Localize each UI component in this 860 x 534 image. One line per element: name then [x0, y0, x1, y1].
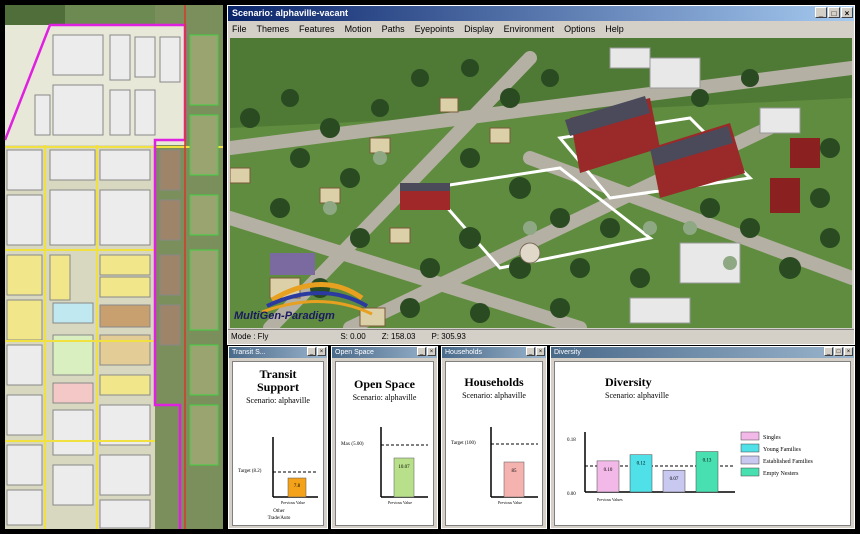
openspace-window-title: Open Space [335, 349, 374, 356]
menu-paths[interactable]: Paths [382, 21, 405, 37]
transit-window-title: Transit S... [232, 349, 266, 356]
diversity-panel: Diversity Scenario: alphaville 0.18 0.00… [554, 361, 851, 526]
households-panel: Households Scenario: alphaville 85 Targe… [445, 361, 543, 526]
3d-viewport[interactable]: MultiGen-Paradigm [230, 38, 852, 328]
diversity-chart: 0.18 0.00 Previous Values 0.10 0.12 0.07 0.… [567, 431, 813, 502]
openspace-chart: 10.07 Max (5.00) Previous Value [341, 427, 428, 505]
maximize-button[interactable]: □ [828, 7, 840, 18]
diversity-bar [596, 460, 620, 493]
households-chart: 85 Target (100) Previous Value [451, 427, 538, 505]
screenshot-root: Scenario: alphaville-vacant _ □ × File T… [0, 0, 860, 534]
transit-support-window[interactable]: Transit S... _ × Transit Support Scenari… [228, 346, 328, 529]
openspace-target-label: Max (5.00) [341, 442, 364, 447]
menu-file[interactable]: File [232, 21, 247, 37]
menu-environment[interactable]: Environment [504, 21, 555, 37]
diversity-legend-label: Established Families [763, 459, 813, 465]
openspace-bar [393, 457, 415, 498]
status-z: Z: 158.03 [381, 332, 416, 341]
households-window-title: Households [445, 349, 482, 356]
menu-themes[interactable]: Themes [257, 21, 290, 37]
transit-close-button[interactable]: × [317, 347, 326, 356]
menu-help[interactable]: Help [605, 21, 624, 37]
diversity-bar-label: 0.10 [604, 468, 613, 473]
open-space-window[interactable]: Open Space _ × Open Space Scenario: alph… [331, 346, 438, 529]
diversity-maximize-button[interactable]: □ [834, 347, 843, 356]
households-close-button[interactable]: × [536, 347, 545, 356]
households-bar [503, 461, 525, 498]
status-bar: Mode : Fly S: 0.00 Z: 158.03 P: 305.93 [228, 329, 854, 344]
households-window[interactable]: Households _ × Households Scenario: alph… [441, 346, 547, 529]
diversity-previous-label: Previous Values [597, 497, 623, 502]
diversity-close-button[interactable]: × [844, 347, 853, 356]
status-s: S: 0.00 [340, 332, 366, 341]
diversity-bar-label: 0.07 [670, 477, 679, 482]
households-previous-label: Previous Value [498, 500, 522, 505]
households-window-titlebar[interactable]: Households _ × [442, 347, 546, 358]
logo-text: MultiGen-Paradigm [234, 310, 335, 322]
menu-display[interactable]: Display [464, 21, 494, 37]
diversity-bar-label: 0.12 [637, 462, 646, 467]
diversity-legend-label: Singles [763, 435, 781, 441]
openspace-window-titlebar[interactable]: Open Space _ × [332, 347, 437, 358]
minimize-button[interactable]: _ [815, 7, 827, 18]
transit-panel: Transit Support Scenario: alphaville 7.8… [232, 361, 324, 526]
diversity-legend-swatch [740, 467, 760, 477]
diversity-bar [629, 454, 653, 493]
diversity-legend-swatch [740, 431, 760, 441]
diversity-legend-swatch [740, 455, 760, 465]
transit-footer-line1: Other [273, 509, 285, 514]
scenario-window-titlebar[interactable]: Scenario: alphaville-vacant _ □ × [228, 6, 854, 21]
menu-eyepoints[interactable]: Eyepoints [415, 21, 455, 37]
openspace-panel: Open Space Scenario: alphaville 10.07 Ma… [335, 361, 434, 526]
openspace-close-button[interactable]: × [427, 347, 436, 356]
transit-target-label: Target (8.2) [238, 469, 262, 474]
status-mode: Mode : Fly [231, 332, 269, 341]
diversity-axis-bottom: 0.00 [567, 492, 576, 497]
status-p: P: 305.93 [431, 332, 466, 341]
openspace-bar-label: 10.07 [398, 465, 410, 470]
households-target-label: Target (100) [451, 441, 476, 446]
transit-bar-label: 7.8 [294, 484, 301, 489]
scenario-window[interactable]: Scenario: alphaville-vacant _ □ × File T… [227, 5, 855, 345]
openspace-previous-label: Previous Value [388, 500, 412, 505]
households-minimize-button[interactable]: _ [526, 347, 535, 356]
menu-motion[interactable]: Motion [345, 21, 372, 37]
diversity-legend-label: Empty Nesters [763, 471, 799, 477]
diversity-minimize-button[interactable]: _ [824, 347, 833, 356]
transit-chart: 7.8 Target (8.2) Previous Value Other Tr… [238, 437, 318, 521]
diversity-axis-top: 0.18 [567, 438, 576, 443]
close-button[interactable]: × [841, 7, 853, 18]
parcel-map-graphic [5, 5, 223, 529]
menu-bar: File Themes Features Motion Paths Eyepoi… [228, 21, 854, 37]
scenario-window-title: Scenario: alphaville-vacant [232, 8, 349, 18]
menu-options[interactable]: Options [564, 21, 595, 37]
transit-minimize-button[interactable]: _ [307, 347, 316, 356]
menu-features[interactable]: Features [299, 21, 335, 37]
transit-window-titlebar[interactable]: Transit S... _ × [229, 347, 327, 358]
diversity-window-titlebar[interactable]: Diversity _ □ × [551, 347, 854, 358]
diversity-window-title: Diversity [554, 349, 581, 356]
transit-footer-line2: Trade/Auto [268, 516, 291, 521]
openspace-minimize-button[interactable]: _ [417, 347, 426, 356]
diversity-legend-swatch [740, 443, 760, 453]
parcel-map[interactable] [5, 5, 223, 529]
diversity-bar-label: 0.13 [703, 459, 712, 464]
transit-previous-label: Previous Value [281, 500, 305, 505]
households-bar-label: 85 [512, 469, 518, 474]
multigen-logo: MultiGen-Paradigm [232, 270, 402, 328]
diversity-window[interactable]: Diversity _ □ × Diversity Scenario: alph… [550, 346, 855, 529]
diversity-legend-label: Young Families [763, 447, 802, 453]
